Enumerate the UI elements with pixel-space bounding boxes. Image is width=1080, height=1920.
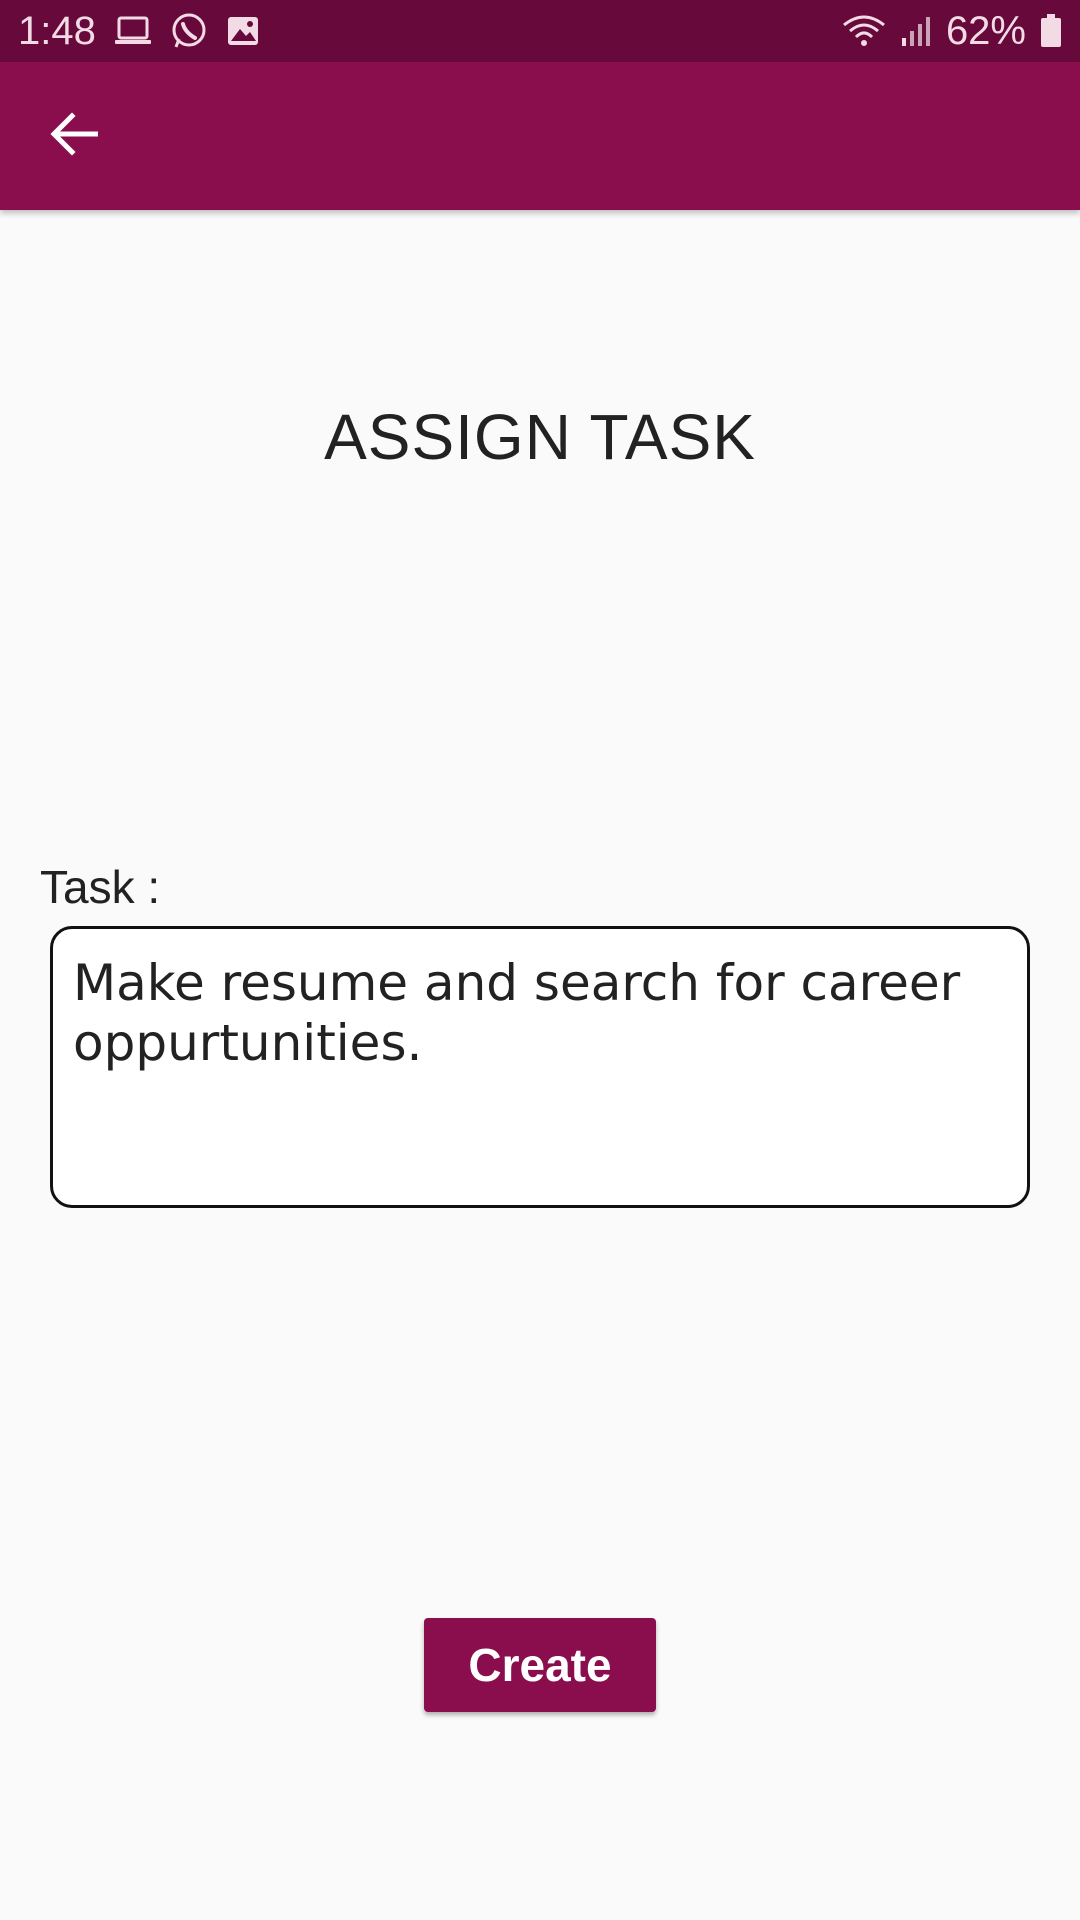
battery-icon [1040,14,1062,48]
signal-icon [900,14,932,48]
whatsapp-icon [170,12,208,50]
page-title: ASSIGN TASK [324,401,756,473]
create-button[interactable]: Create [424,1618,656,1712]
status-bar: 1:48 62% [0,0,1080,62]
arrow-left-icon [50,111,99,161]
task-label: Task : [40,861,161,913]
image-icon [226,15,260,47]
battery-text: 62% [945,8,1026,53]
wifi-icon [842,13,886,49]
app-bar [0,62,1080,210]
laptop-icon [114,16,152,46]
task-input[interactable]: Make resume and search for career oppurt… [50,926,1030,1208]
status-time: 1:48 [18,8,96,53]
back-button[interactable] [36,98,112,174]
